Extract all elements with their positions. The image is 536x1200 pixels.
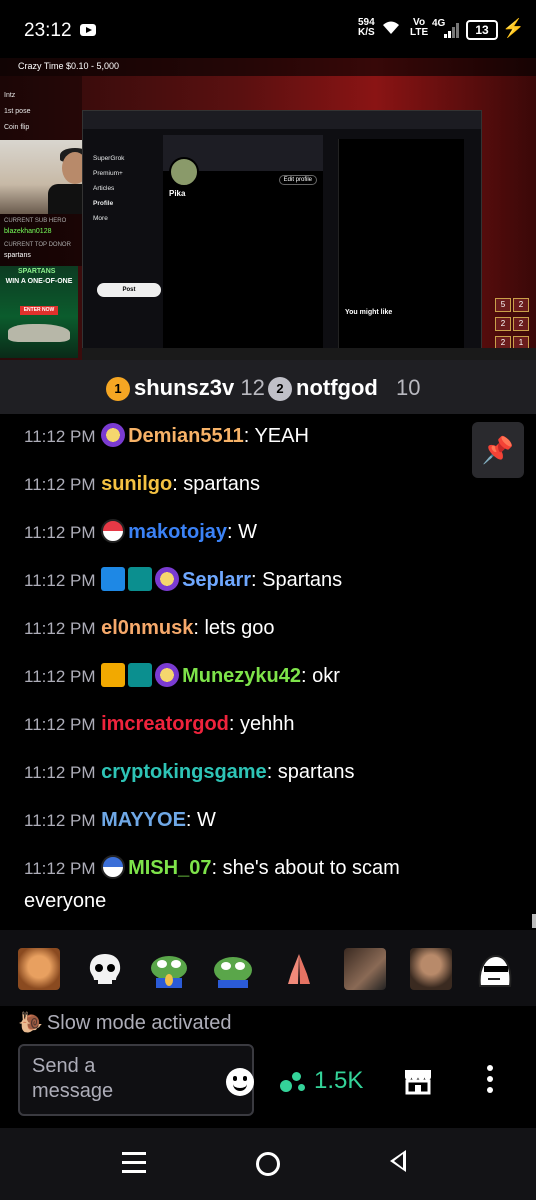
prediction-badge-icon: [155, 662, 180, 687]
volte-indicator: Vo LTE: [410, 17, 429, 38]
chat-message[interactable]: 11:12 PM Demian5511: YEAH: [24, 420, 464, 453]
doge-sunglasses-emote[interactable]: [474, 948, 516, 990]
x-profile-panel: Edit profile Pika: [163, 135, 323, 360]
leaderboard-second[interactable]: 2 notfgod 10: [268, 374, 420, 402]
gif-emote[interactable]: [344, 948, 386, 990]
first-place-badge-icon: 1: [106, 377, 130, 402]
overlay-line: 1st pose: [4, 108, 31, 115]
system-nav-bar: [0, 1128, 536, 1200]
greatball-badge-icon: [101, 854, 126, 879]
x-side-panel: You might like: [338, 139, 464, 360]
stream-browser-window: SuperGrok Premium+ Articles Profile More…: [82, 110, 482, 360]
charging-icon: ⚡: [502, 18, 525, 38]
prediction-badge-icon: [101, 422, 126, 447]
emote-picker-icon[interactable]: [226, 1068, 254, 1096]
snail-icon: 🐌: [18, 1012, 43, 1034]
laughing-face-emote[interactable]: [18, 948, 60, 990]
bearded-man-emote[interactable]: [410, 948, 452, 990]
chat-message[interactable]: 11:12 PM el0nmusk: lets goo: [24, 612, 464, 645]
chat-message[interactable]: 11:12 PM MAYYOE: W: [24, 804, 464, 837]
recents-button-icon[interactable]: [122, 1152, 146, 1174]
clock: 23:12: [24, 20, 72, 41]
leaderboard-first[interactable]: 1 shunsz3v 12: [106, 374, 265, 402]
pepe-emote[interactable]: [212, 948, 254, 990]
status-bar: 23:12 594 K/S Vo LTE 4G 13 ⚡: [0, 0, 536, 58]
more-options-icon[interactable]: [478, 1062, 502, 1098]
leaderboard-second-name: notfgod: [296, 375, 378, 400]
pin-icon[interactable]: 📌: [472, 422, 524, 478]
stream-ad-banner: SPARTANS WIN A ONE-OF-ONE ENTER NOW: [0, 266, 78, 358]
stream-topbar: Crazy Time $0.10 - 5,000: [0, 58, 536, 76]
x-post-button: Post: [97, 283, 161, 297]
home-button-icon[interactable]: [256, 1152, 280, 1176]
channel-points-count: 1.5K: [314, 1067, 364, 1094]
stream-game-title: Crazy Time $0.10 - 5,000: [18, 61, 120, 71]
vip-crown-badge-icon: [101, 662, 126, 687]
skull-emote[interactable]: [84, 948, 126, 990]
second-place-badge-icon: 2: [268, 377, 292, 402]
overlay-line: Intz: [4, 92, 16, 99]
prediction-badge-icon: [155, 566, 180, 591]
pepe-pray-emote[interactable]: [148, 948, 190, 990]
stream-taskbar: [82, 348, 536, 360]
stream-overlay-panel: Intz 1st pose Coin flip: [0, 76, 82, 142]
chat-input-bar: Send a message 1.5K: [0, 1040, 536, 1128]
channel-points-icon: [280, 1070, 308, 1094]
back-button-icon[interactable]: [390, 1150, 406, 1172]
chat-message[interactable]: 11:12 PM MISH_07: she's about to scam ev…: [24, 852, 464, 917]
battery-icon: 13: [466, 20, 498, 40]
slow-mode-label: Slow mode activated: [46, 1012, 232, 1034]
chat-scrollbar[interactable]: [532, 914, 536, 928]
pray-hands-emote[interactable]: [278, 948, 320, 990]
message-input[interactable]: Send a message: [18, 1044, 254, 1116]
chat-message[interactable]: 11:12 PM cryptokingsgame: spartans: [24, 756, 464, 789]
car-image: [8, 324, 70, 342]
chat-message[interactable]: 11:12 PM Seplarr: Spartans: [24, 564, 464, 597]
youtube-notification-icon: [80, 24, 96, 36]
sub-badge-icon: [128, 566, 153, 591]
stream-sub-overlay: CURRENT SUB HERO blazekhan0128 CURRENT T…: [0, 214, 82, 266]
sub-badge-icon: [128, 662, 153, 687]
game-board: 52 22 21: [494, 294, 530, 351]
chat-message[interactable]: 11:12 PM Munezyku42: okr: [24, 660, 464, 693]
emote-bar[interactable]: [0, 930, 536, 1006]
stream-video[interactable]: Crazy Time $0.10 - 5,000 Intz 1st pose C…: [0, 58, 536, 360]
leaderboard-first-name: shunsz3v: [134, 375, 235, 400]
store-icon[interactable]: [402, 1064, 434, 1096]
chat-message[interactable]: 11:12 PM imcreatorgod: yehhh: [24, 708, 464, 741]
channel-points-button[interactable]: 1.5K: [280, 1066, 363, 1096]
leaderboard-second-score: 10: [395, 375, 421, 400]
network-speed: 594 K/S: [358, 17, 375, 38]
slow-mode-notice: 🐌 Slow mode activated: [18, 1010, 231, 1035]
pokeball-badge-icon: [101, 518, 126, 543]
moderator-badge-icon: [101, 566, 126, 591]
overlay-line: Coin flip: [4, 124, 30, 131]
leaderboard-first-score: 12: [240, 375, 265, 400]
chat-message[interactable]: 11:12 PM makotojay: W: [24, 516, 464, 549]
message-placeholder: Send a message: [32, 1055, 114, 1102]
chat-list[interactable]: 11:12 PM Demian5511: YEAH 11:12 PM sunil…: [0, 414, 536, 930]
x-sidebar-nav: SuperGrok Premium+ Articles Profile More: [93, 155, 125, 222]
wifi-icon: [383, 21, 399, 34]
signal-icon: [444, 23, 459, 38]
chat-message[interactable]: 11:12 PM sunilgo: spartans: [24, 468, 464, 501]
chat-leaderboard[interactable]: 1 shunsz3v 12 2 notfgod 10: [0, 360, 536, 414]
